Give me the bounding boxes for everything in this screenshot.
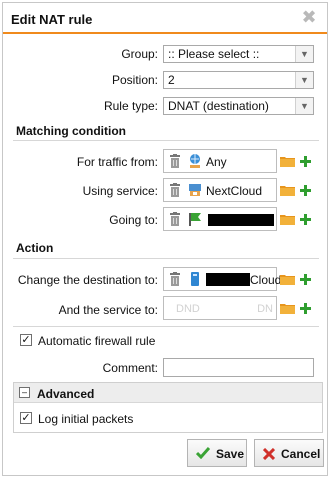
folder-icon[interactable] [280,214,295,225]
traffic-from-field[interactable]: Any [163,149,277,173]
action-heading: Action [16,241,54,255]
service-icon [189,184,201,196]
trash-icon[interactable] [170,154,180,168]
folder-icon[interactable] [280,185,295,196]
change-destination-value: Cloud [250,273,282,287]
save-button[interactable]: Save [187,439,247,467]
using-service-label: Using service: [82,184,158,198]
edit-nat-rule-dialog: Edit NAT rule ✖ Group: :: Please select … [2,2,328,476]
advanced-panel: – Advanced ✓ Log initial packets [13,382,323,433]
rule-type-select-value: DNAT (destination) [168,99,269,113]
position-label: Position: [111,73,158,87]
chevron-down-icon[interactable]: ▼ [295,98,313,114]
advanced-heading: Advanced [37,387,95,401]
and-service-field[interactable]: DND DN [163,296,277,320]
trash-icon[interactable] [170,212,180,226]
rule-type-label: Rule type: [103,99,158,113]
network-globe-icon [190,154,200,168]
cancel-label: Cancel [281,447,321,461]
checkmark-icon [196,447,210,459]
folder-icon[interactable] [280,303,295,314]
cancel-x-icon [263,448,275,460]
group-label: Group: [121,47,158,61]
going-to-field[interactable] [163,207,277,231]
section-divider [13,326,319,327]
and-service-placeholder-right: DN [257,303,273,315]
change-destination-field[interactable]: Cloud [163,267,281,291]
traffic-from-value: Any [206,155,227,169]
using-service-value: NextCloud [206,184,263,198]
collapse-icon[interactable]: – [19,387,30,398]
section-divider [13,140,319,141]
folder-icon[interactable] [280,156,295,167]
cancel-button[interactable]: Cancel [254,439,324,467]
add-icon[interactable] [300,274,311,285]
trash-icon[interactable] [170,272,180,286]
dialog-title: Edit NAT rule [11,12,93,27]
comment-label: Comment: [102,361,158,375]
log-initial-label: Log initial packets [38,412,134,426]
position-select-value: 2 [168,73,175,87]
traffic-from-label: For traffic from: [76,155,158,169]
going-to-label: Going to: [109,213,158,227]
chevron-down-icon[interactable]: ▼ [295,46,313,62]
change-destination-label: Change the destination to: [17,273,158,287]
matching-condition-heading: Matching condition [16,124,126,138]
redaction-mark [208,214,274,226]
add-icon[interactable] [300,156,311,167]
and-service-label: And the service to: [58,303,158,317]
chevron-down-icon[interactable]: ▼ [295,72,313,88]
trash-icon[interactable] [170,183,180,197]
save-label: Save [216,447,245,461]
add-icon[interactable] [300,303,311,314]
group-select[interactable]: :: Please select :: ▼ [163,45,314,63]
comment-input[interactable] [163,358,314,377]
add-icon[interactable] [300,214,311,225]
folder-icon[interactable] [280,274,295,285]
auto-firewall-label: Automatic firewall rule [38,334,156,348]
auto-firewall-checkbox[interactable]: ✓ [20,334,32,346]
dialog-titlebar: Edit NAT rule ✖ [3,3,327,34]
redaction-mark [206,273,250,286]
using-service-field[interactable]: NextCloud [163,178,277,202]
host-flag-icon [189,213,201,226]
advanced-header[interactable]: – Advanced [14,383,322,403]
close-icon[interactable]: ✖ [300,8,318,26]
section-divider [13,258,319,259]
log-initial-checkbox[interactable]: ✓ [20,412,32,424]
rule-type-select[interactable]: DNAT (destination) ▼ [163,97,314,115]
group-select-value: :: Please select :: [168,47,260,61]
server-icon [191,272,199,286]
add-icon[interactable] [300,185,311,196]
and-service-placeholder: DND [176,303,200,315]
position-select[interactable]: 2 ▼ [163,71,314,89]
